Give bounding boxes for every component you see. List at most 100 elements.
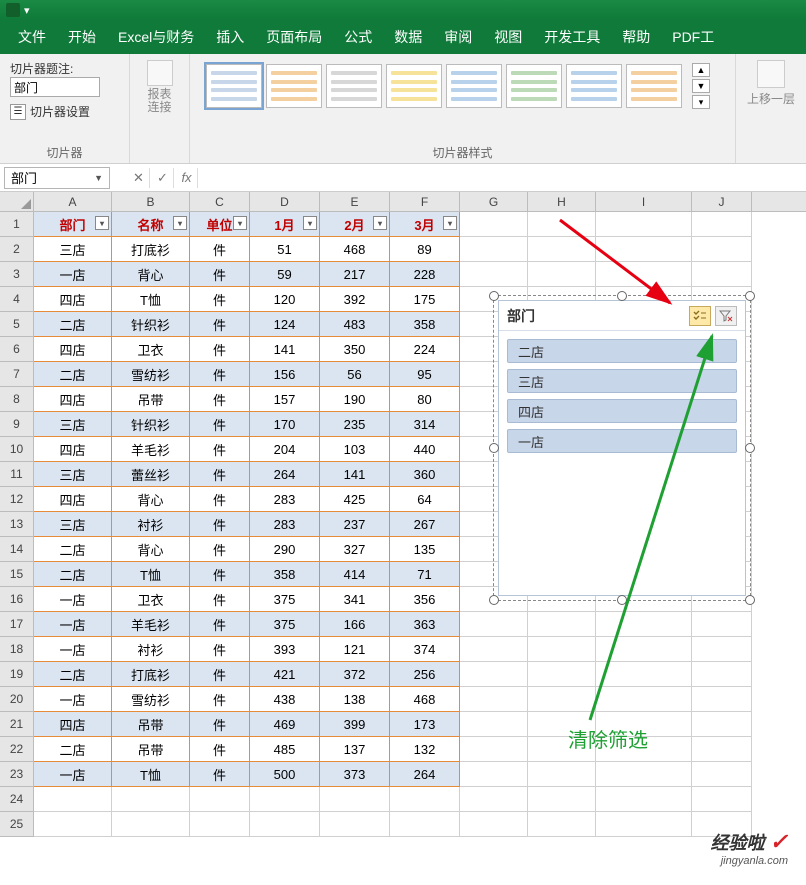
table-cell[interactable]: 283 bbox=[250, 512, 320, 537]
table-cell[interactable]: 背心 bbox=[112, 487, 190, 512]
cell[interactable] bbox=[596, 687, 692, 712]
cell[interactable] bbox=[692, 637, 752, 662]
row-header[interactable]: 20 bbox=[0, 687, 34, 712]
table-header-cell[interactable]: 1月▾ bbox=[250, 212, 320, 237]
table-cell[interactable]: 衬衫 bbox=[112, 637, 190, 662]
row-header[interactable]: 1 bbox=[0, 212, 34, 237]
table-cell[interactable]: 267 bbox=[390, 512, 460, 537]
tab-help[interactable]: 帮助 bbox=[612, 21, 660, 53]
table-cell[interactable]: 166 bbox=[320, 612, 390, 637]
table-cell[interactable]: 283 bbox=[250, 487, 320, 512]
cell[interactable] bbox=[112, 787, 190, 812]
table-cell[interactable]: 224 bbox=[390, 337, 460, 362]
style-item[interactable] bbox=[566, 64, 622, 108]
table-cell[interactable]: 件 bbox=[190, 737, 250, 762]
col-header[interactable]: H bbox=[528, 192, 596, 211]
style-item[interactable] bbox=[446, 64, 502, 108]
table-cell[interactable]: 二店 bbox=[34, 737, 112, 762]
table-cell[interactable]: 190 bbox=[320, 387, 390, 412]
col-header[interactable]: G bbox=[460, 192, 528, 211]
table-cell[interactable]: 一店 bbox=[34, 587, 112, 612]
col-header[interactable]: D bbox=[250, 192, 320, 211]
table-cell[interactable]: 四店 bbox=[34, 712, 112, 737]
table-cell[interactable]: 件 bbox=[190, 337, 250, 362]
cell[interactable] bbox=[692, 237, 752, 262]
cell[interactable] bbox=[528, 262, 596, 287]
col-header[interactable]: C bbox=[190, 192, 250, 211]
table-cell[interactable]: 341 bbox=[320, 587, 390, 612]
table-cell[interactable]: 358 bbox=[390, 312, 460, 337]
row-header[interactable]: 18 bbox=[0, 637, 34, 662]
table-cell[interactable]: 421 bbox=[250, 662, 320, 687]
table-cell[interactable]: 374 bbox=[390, 637, 460, 662]
table-cell[interactable]: 170 bbox=[250, 412, 320, 437]
table-cell[interactable]: 蕾丝衫 bbox=[112, 462, 190, 487]
table-cell[interactable]: 237 bbox=[320, 512, 390, 537]
table-cell[interactable]: 399 bbox=[320, 712, 390, 737]
cell[interactable] bbox=[596, 237, 692, 262]
table-cell[interactable]: 156 bbox=[250, 362, 320, 387]
row-header[interactable]: 6 bbox=[0, 337, 34, 362]
row-header[interactable]: 3 bbox=[0, 262, 34, 287]
cell[interactable] bbox=[320, 787, 390, 812]
cell[interactable] bbox=[692, 687, 752, 712]
cell[interactable] bbox=[596, 212, 692, 237]
filter-dropdown-icon[interactable]: ▾ bbox=[303, 216, 317, 230]
gallery-more-icon[interactable]: ▾ bbox=[692, 95, 710, 109]
table-cell[interactable]: 356 bbox=[390, 587, 460, 612]
table-cell[interactable]: 件 bbox=[190, 437, 250, 462]
row-header[interactable]: 10 bbox=[0, 437, 34, 462]
table-cell[interactable]: 51 bbox=[250, 237, 320, 262]
filter-dropdown-icon[interactable]: ▾ bbox=[95, 216, 109, 230]
table-cell[interactable]: 500 bbox=[250, 762, 320, 787]
table-cell[interactable]: 件 bbox=[190, 712, 250, 737]
chevron-down-icon[interactable]: ▼ bbox=[94, 173, 103, 183]
slicer-item[interactable]: 四店 bbox=[507, 399, 737, 423]
table-cell[interactable]: 件 bbox=[190, 462, 250, 487]
gallery-down-icon[interactable]: ▼ bbox=[692, 79, 710, 93]
table-cell[interactable]: T恤 bbox=[112, 762, 190, 787]
cell[interactable] bbox=[528, 212, 596, 237]
tab-excel-finance[interactable]: Excel与财务 bbox=[108, 21, 204, 53]
table-cell[interactable]: 四店 bbox=[34, 337, 112, 362]
cell[interactable] bbox=[596, 262, 692, 287]
cell[interactable] bbox=[596, 787, 692, 812]
slicer-settings-button[interactable]: ☰ 切片器设置 bbox=[10, 103, 119, 120]
table-cell[interactable]: 背心 bbox=[112, 537, 190, 562]
gallery-up-icon[interactable]: ▲ bbox=[692, 63, 710, 77]
table-cell[interactable]: 针织衫 bbox=[112, 412, 190, 437]
cell[interactable] bbox=[692, 212, 752, 237]
cell[interactable] bbox=[596, 612, 692, 637]
table-cell[interactable]: 件 bbox=[190, 762, 250, 787]
cell[interactable] bbox=[320, 812, 390, 837]
tab-formulas[interactable]: 公式 bbox=[334, 21, 382, 53]
cell[interactable] bbox=[528, 662, 596, 687]
row-header[interactable]: 12 bbox=[0, 487, 34, 512]
table-cell[interactable]: 138 bbox=[320, 687, 390, 712]
cell[interactable] bbox=[250, 812, 320, 837]
tab-review[interactable]: 审阅 bbox=[434, 21, 482, 53]
table-header-cell[interactable]: 3月▾ bbox=[390, 212, 460, 237]
cell[interactable] bbox=[34, 787, 112, 812]
cell[interactable] bbox=[460, 262, 528, 287]
row-header[interactable]: 4 bbox=[0, 287, 34, 312]
report-connection-button[interactable]: 报表 连接 bbox=[140, 60, 179, 114]
filter-dropdown-icon[interactable]: ▾ bbox=[443, 216, 457, 230]
cell[interactable] bbox=[390, 812, 460, 837]
table-cell[interactable]: 372 bbox=[320, 662, 390, 687]
table-cell[interactable]: 375 bbox=[250, 612, 320, 637]
cell[interactable] bbox=[528, 612, 596, 637]
table-cell[interactable]: 120 bbox=[250, 287, 320, 312]
slicer-item[interactable]: 三店 bbox=[507, 369, 737, 393]
cell[interactable] bbox=[528, 237, 596, 262]
table-cell[interactable]: 235 bbox=[320, 412, 390, 437]
table-cell[interactable]: 二店 bbox=[34, 537, 112, 562]
table-cell[interactable]: 363 bbox=[390, 612, 460, 637]
table-cell[interactable]: 件 bbox=[190, 637, 250, 662]
table-cell[interactable]: 吊带 bbox=[112, 712, 190, 737]
cell[interactable] bbox=[528, 812, 596, 837]
table-cell[interactable]: 393 bbox=[250, 637, 320, 662]
table-cell[interactable]: 件 bbox=[190, 237, 250, 262]
table-cell[interactable]: 485 bbox=[250, 737, 320, 762]
table-cell[interactable]: 483 bbox=[320, 312, 390, 337]
